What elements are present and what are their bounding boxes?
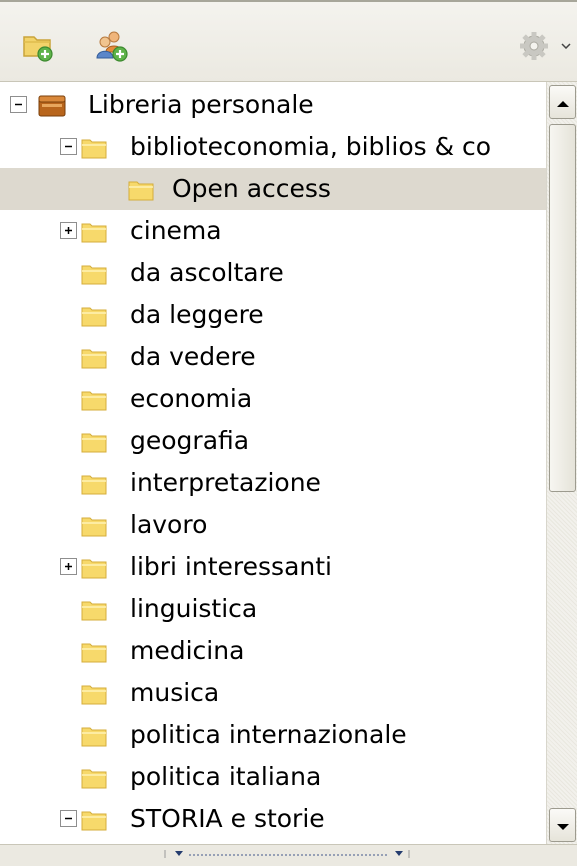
- tree-row[interactable]: linguistica: [0, 588, 546, 630]
- group-add-icon: [94, 28, 130, 64]
- tree-row[interactable]: geografia: [0, 420, 546, 462]
- tree-row[interactable]: economia: [0, 378, 546, 420]
- folder-icon: [128, 178, 154, 201]
- tree-row-label: musica: [130, 678, 220, 707]
- folder-icon: [81, 220, 107, 243]
- tree-row[interactable]: Libreria personale: [0, 84, 546, 126]
- folder-icon: [81, 556, 107, 579]
- tree-row-label: geografia: [130, 426, 250, 455]
- scroll-thumb[interactable]: [549, 124, 576, 492]
- splitter-grip[interactable]: [163, 849, 433, 859]
- expand-toggle[interactable]: [60, 558, 77, 575]
- tree-row[interactable]: politica internazionale: [0, 714, 546, 756]
- folder-icon: [81, 682, 107, 705]
- tree-row-label: politica internazionale: [130, 720, 407, 749]
- arrow-up-icon: [556, 93, 570, 112]
- folder-icon: [81, 598, 107, 621]
- new-group-button[interactable]: [94, 28, 130, 64]
- pane-splitter[interactable]: [0, 844, 577, 866]
- tree-row-label: medicina: [130, 636, 245, 665]
- folder-icon: [81, 430, 107, 453]
- folder-icon: [81, 640, 107, 663]
- toolbar: [0, 0, 577, 82]
- collapse-toggle[interactable]: [60, 138, 77, 155]
- collapse-toggle[interactable]: [60, 810, 77, 827]
- vertical-scrollbar[interactable]: [546, 82, 577, 844]
- expand-toggle[interactable]: [60, 222, 77, 239]
- tree-row-label: lavoro: [130, 510, 208, 539]
- chevron-down-icon: [561, 43, 571, 49]
- folder-icon: [81, 346, 107, 369]
- tree-row-label: STORIA e storie: [130, 804, 325, 833]
- folder-icon: [81, 472, 107, 495]
- tree-row[interactable]: da leggere: [0, 294, 546, 336]
- tree-row-label: da vedere: [130, 342, 256, 371]
- tree-row[interactable]: politica italiana: [0, 756, 546, 798]
- tree-row[interactable]: lavoro: [0, 504, 546, 546]
- scroll-down-button[interactable]: [549, 808, 576, 842]
- tree-row[interactable]: Open access: [0, 168, 546, 210]
- folder-icon: [81, 388, 107, 411]
- folder-icon: [81, 724, 107, 747]
- tree-row[interactable]: cinema: [0, 210, 546, 252]
- folder-add-icon: [20, 28, 56, 64]
- scroll-up-button[interactable]: [549, 85, 576, 119]
- folder-icon: [81, 304, 107, 327]
- tree-row-label: interpretazione: [130, 468, 321, 497]
- folder-icon: [81, 808, 107, 831]
- folder-icon: [81, 766, 107, 789]
- folder-icon: [81, 136, 107, 159]
- tree-row-label: cinema: [130, 216, 222, 245]
- tree-row-label: libri interessanti: [130, 552, 332, 581]
- arrow-down-icon: [556, 816, 570, 835]
- tree-row[interactable]: STORIA e storie: [0, 798, 546, 840]
- collapse-toggle[interactable]: [10, 96, 27, 113]
- tree-row-label: biblioteconomia, biblios & co: [130, 132, 492, 161]
- folder-icon: [81, 514, 107, 537]
- folder-icon: [81, 262, 107, 285]
- tree-row[interactable]: da ascoltare: [0, 252, 546, 294]
- library-icon: [38, 94, 66, 117]
- tree-row[interactable]: musica: [0, 672, 546, 714]
- tree-row[interactable]: biblioteconomia, biblios & co: [0, 126, 546, 168]
- tree-row-label: Libreria personale: [88, 90, 314, 119]
- collections-tree[interactable]: Libreria personale biblioteconomia, bibli…: [0, 82, 546, 844]
- tree-row-label: Open access: [172, 174, 331, 203]
- tree-row-label: da leggere: [130, 300, 264, 329]
- tree-row-label: politica italiana: [130, 762, 322, 791]
- tree-row-label: economia: [130, 384, 253, 413]
- tree-row[interactable]: interpretazione: [0, 462, 546, 504]
- tree-row-label: da ascoltare: [130, 258, 284, 287]
- tree-row-label: linguistica: [130, 594, 258, 623]
- tree-row[interactable]: da vedere: [0, 336, 546, 378]
- new-collection-button[interactable]: [20, 28, 56, 64]
- actions-menu-button[interactable]: [516, 28, 572, 64]
- tree-row[interactable]: medicina: [0, 630, 546, 672]
- tree-row[interactable]: libri interessanti: [0, 546, 546, 588]
